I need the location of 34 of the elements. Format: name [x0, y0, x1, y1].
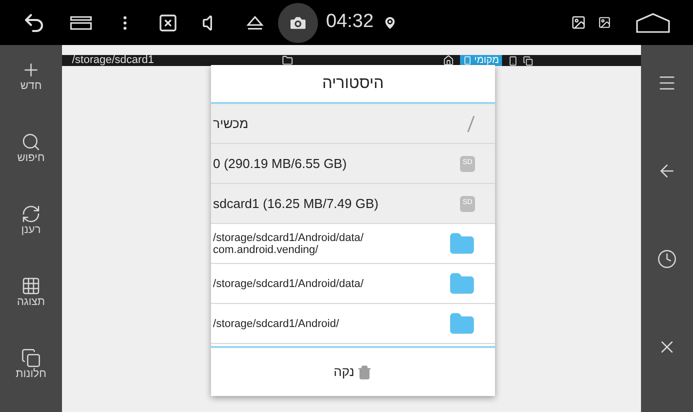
folder-outline-icon[interactable]	[282, 55, 293, 66]
path-text: /storage/sdcard1	[72, 55, 155, 66]
folder-icon	[449, 310, 475, 336]
folder-icon	[449, 270, 475, 296]
gallery-icon	[571, 15, 586, 30]
windows-icon	[21, 348, 41, 368]
clock-time: 04:32	[326, 10, 374, 34]
camera-button[interactable]	[278, 2, 318, 42]
refresh-icon	[21, 204, 41, 224]
slash-icon	[467, 114, 475, 132]
eject-icon[interactable]	[246, 14, 264, 30]
folder-icon	[449, 230, 475, 256]
phone-icon[interactable]	[508, 56, 518, 66]
dialog-title: היסטוריה	[322, 74, 384, 94]
search-icon	[21, 132, 41, 152]
toolbar-button[interactable]: רענן	[0, 195, 62, 247]
history-item[interactable]: מכשיר	[211, 104, 495, 144]
toolbar-button[interactable]: חדש	[0, 51, 62, 103]
grid-icon	[21, 276, 41, 296]
home-outline-icon[interactable]	[443, 55, 454, 66]
screen-x-icon[interactable]	[158, 12, 178, 32]
history-item[interactable]: /storage/sdcard1/Android/	[211, 304, 495, 344]
toolbar-button[interactable]: תצוגה	[0, 267, 62, 319]
image-icon	[598, 16, 611, 29]
toolbar-button[interactable]: חלונות	[0, 339, 62, 391]
home-icon[interactable]	[635, 12, 671, 34]
devices-icon[interactable]	[523, 56, 533, 66]
recents-icon[interactable]	[70, 14, 92, 30]
clear-button[interactable]: נקה	[334, 362, 372, 382]
toolbar-button[interactable]: חיפוש	[0, 123, 62, 175]
clock-icon[interactable]	[657, 249, 677, 269]
history-item[interactable]: /storage/sdcard1/Android/data/	[211, 264, 495, 304]
trash-icon	[357, 364, 372, 380]
history-item[interactable]: /storage/sdcard1/Android/data/com.android.vending/	[211, 224, 495, 264]
